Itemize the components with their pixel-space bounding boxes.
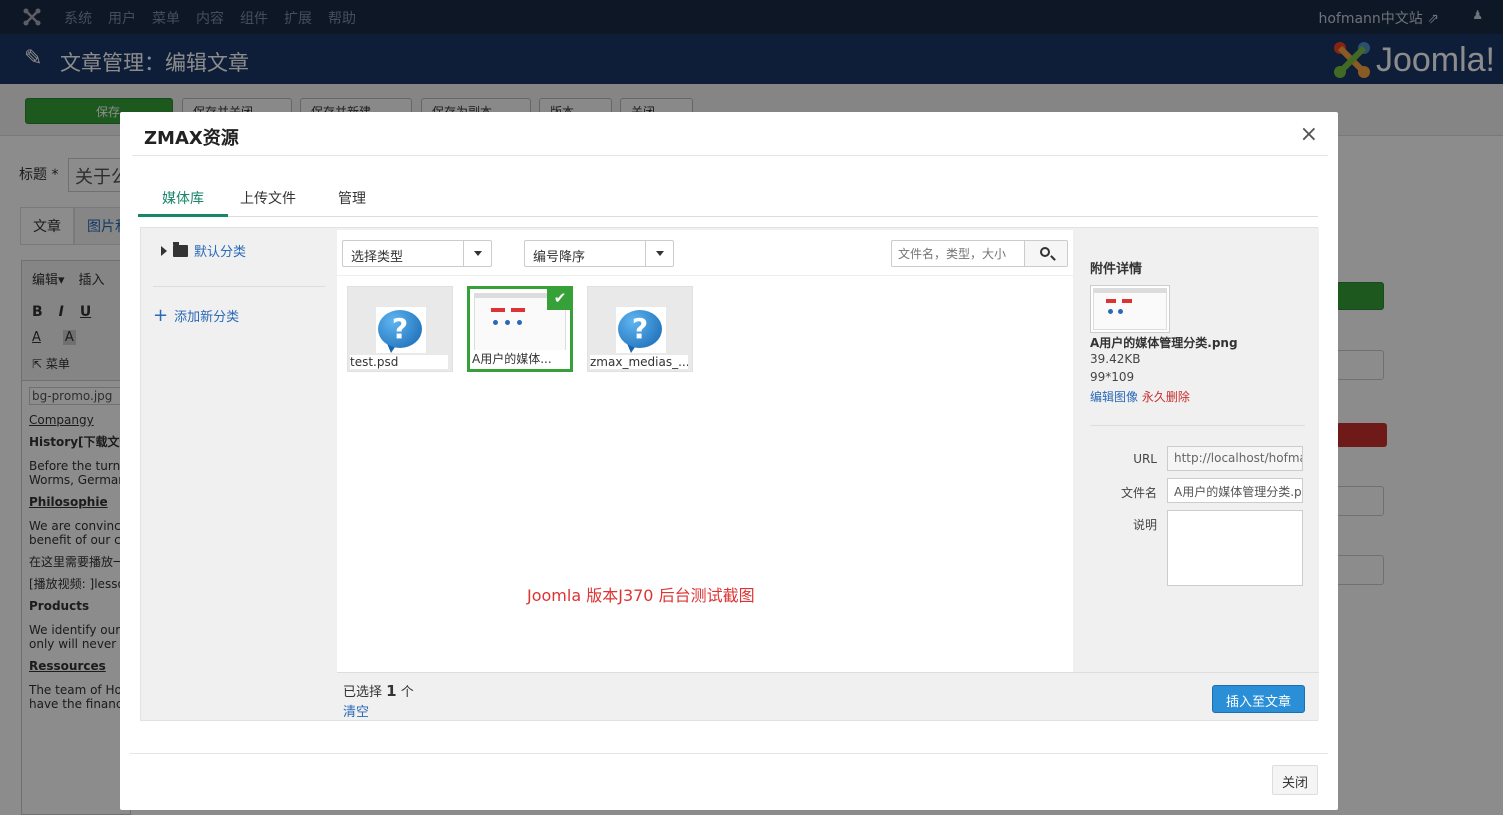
modal-footer-divider — [130, 753, 1328, 754]
tab-manage[interactable]: 管理 — [314, 178, 390, 217]
details-title: 附件详情 — [1090, 262, 1143, 277]
selection-prefix: 已选择 — [343, 685, 383, 700]
media-item[interactable]: ? zmax_medias_... — [587, 286, 693, 372]
details-actions: 编辑图像 永久删除 — [1090, 388, 1190, 405]
type-select-value: 选择类型 — [351, 250, 404, 265]
chevron-down-icon — [463, 241, 491, 266]
selection-footer: 已选择 1 个 清空 插入至文章 — [337, 672, 1319, 720]
filename-row: 文件名 A用户的媒体管理分类.p — [1075, 478, 1319, 504]
clear-selection-link[interactable]: 清空 — [343, 701, 369, 720]
divider — [153, 286, 325, 287]
delete-permanently-link[interactable]: 永久删除 — [1142, 390, 1190, 404]
media-library-pane: 默认分类 + 添加新分类 选择类型 编号降序 文件名，类型，大小 ? test.… — [140, 227, 1319, 722]
filter-bar: 选择类型 编号降序 — [337, 230, 1073, 276]
details-size: 39.42KB — [1090, 352, 1141, 366]
media-grid-area: 选择类型 编号降序 ? test.psd — [337, 230, 1073, 672]
folder-icon — [173, 241, 188, 257]
description-label: 说明 — [1132, 518, 1157, 532]
url-field[interactable]: http://localhost/hofman — [1167, 446, 1303, 471]
divider — [1090, 425, 1305, 426]
category-default[interactable]: 默认分类 — [161, 241, 246, 260]
description-field[interactable] — [1167, 510, 1303, 586]
check-icon: ✔ — [547, 286, 573, 310]
media-item-selected[interactable]: ✔ A用户的媒体... — [467, 286, 573, 372]
url-row: URL http://localhost/hofman — [1075, 446, 1319, 472]
chevron-down-icon — [645, 241, 673, 266]
attachment-details: 附件详情 A用户的媒体管理分类.png 39.42KB 99*109 编辑图像 … — [1075, 228, 1319, 672]
insert-into-article-button[interactable]: 插入至文章 — [1211, 685, 1305, 713]
edit-image-link[interactable]: 编辑图像 — [1090, 390, 1138, 404]
media-item-name: test.psd — [350, 355, 448, 369]
media-item-name: zmax_medias_... — [590, 355, 688, 369]
close-button[interactable]: 关闭 — [1271, 765, 1318, 795]
order-select-value: 编号降序 — [533, 250, 586, 265]
details-dimensions: 99*109 — [1090, 370, 1135, 384]
details-filename: A用户的媒体管理分类.png — [1090, 336, 1238, 350]
modal-tabs: 媒体库 上传文件 管理 — [138, 178, 1318, 217]
close-icon[interactable]: × — [1300, 122, 1318, 147]
filename-field[interactable]: A用户的媒体管理分类.p — [1167, 478, 1303, 503]
category-tree: 默认分类 + 添加新分类 — [141, 228, 335, 722]
details-thumbnail — [1090, 285, 1170, 333]
unknown-file-icon: ? — [616, 307, 666, 353]
add-category-link[interactable]: + 添加新分类 — [153, 306, 239, 325]
add-category-label: 添加新分类 — [174, 310, 240, 325]
zmax-resource-modal: ZMAX资源 × 媒体库 上传文件 管理 默认分类 + 添加新分类 选择类型 编… — [120, 112, 1338, 810]
media-item[interactable]: ? test.psd — [347, 286, 453, 372]
selection-count: 已选择 1 个 — [343, 681, 414, 700]
description-row: 说明 — [1075, 510, 1319, 588]
search-button[interactable] — [1024, 240, 1068, 267]
modal-title: ZMAX资源 — [144, 128, 239, 149]
plus-icon: + — [153, 304, 169, 326]
search-icon — [1040, 247, 1050, 257]
tab-upload[interactable]: 上传文件 — [216, 178, 320, 217]
selection-suffix: 个 — [400, 685, 414, 700]
expand-icon[interactable] — [161, 245, 167, 256]
search-input[interactable] — [891, 240, 1025, 267]
url-label: URL — [1133, 452, 1157, 466]
order-select[interactable]: 编号降序 — [524, 240, 674, 267]
filename-label: 文件名 — [1120, 486, 1157, 500]
media-item-name: A用户的媒体... — [472, 350, 570, 367]
modal-header: ZMAX资源 × — [132, 112, 1328, 156]
category-label: 默认分类 — [194, 245, 247, 260]
selection-number: 1 — [386, 682, 397, 700]
tab-media-library[interactable]: 媒体库 — [138, 178, 228, 217]
watermark-text: Joomla 版本J370 后台测试截图 — [527, 586, 755, 605]
unknown-file-icon: ? — [376, 307, 426, 353]
type-select[interactable]: 选择类型 — [342, 240, 492, 267]
